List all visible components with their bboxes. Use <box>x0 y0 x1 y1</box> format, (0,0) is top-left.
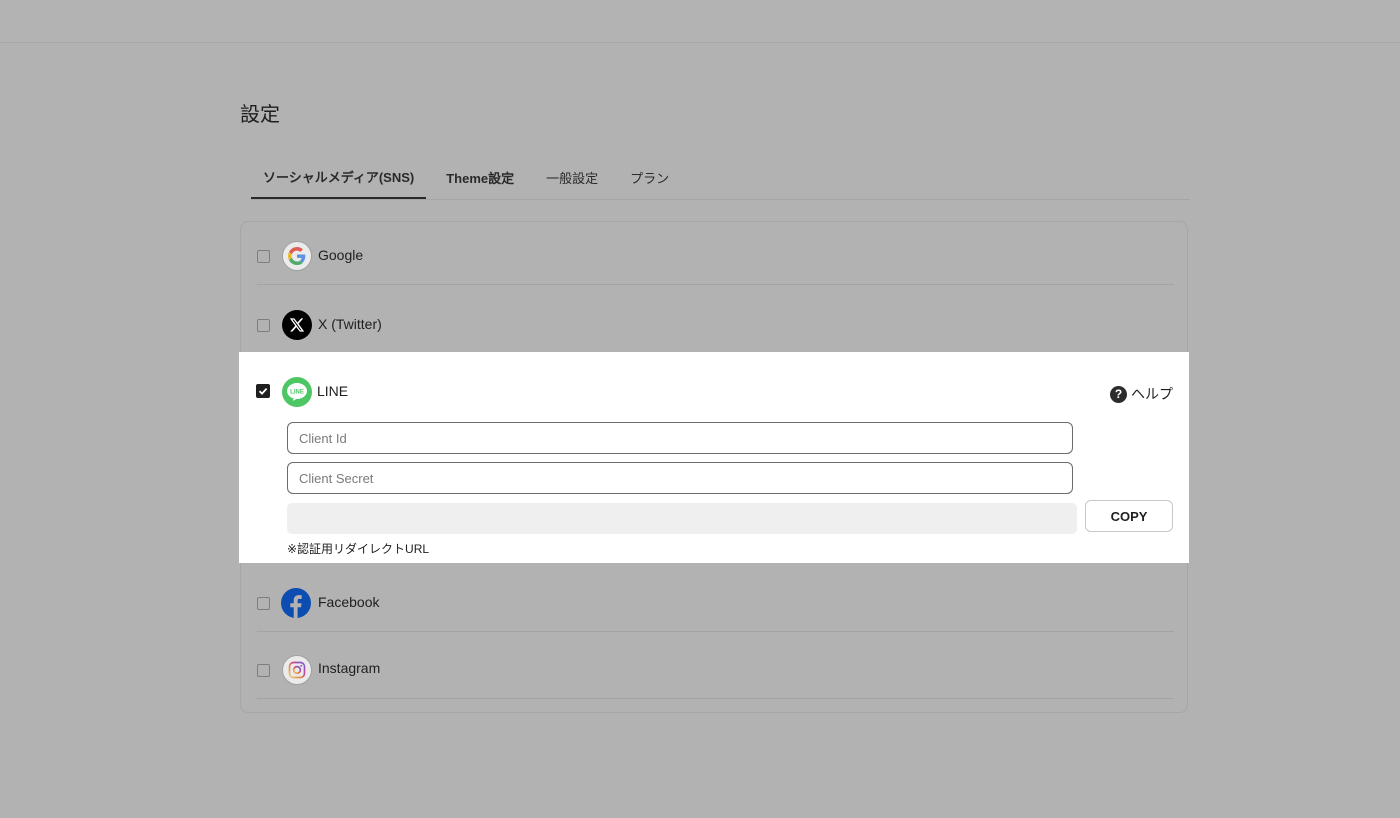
provider-row-twitter: X (Twitter) <box>257 284 1174 352</box>
provider-row-google: Google <box>257 236 1174 285</box>
instagram-checkbox[interactable] <box>257 664 270 677</box>
help-icon: ? <box>1110 385 1127 403</box>
provider-row-facebook: Facebook <box>257 564 1174 632</box>
provider-row-instagram: Instagram <box>257 631 1174 699</box>
facebook-label: Facebook <box>318 594 380 610</box>
twitter-checkbox[interactable] <box>257 319 270 332</box>
tab-sns[interactable]: ソーシャルメディア(SNS) <box>251 155 427 199</box>
instagram-icon <box>282 655 312 685</box>
checkmark-icon <box>258 387 268 395</box>
redirect-url-field <box>287 503 1077 534</box>
google-label: Google <box>318 247 364 263</box>
redirect-url-note: ※認証用リダイレクトURL <box>287 542 430 556</box>
line-settings-panel: LINE LINE ? ヘルプ COPY ※認証用リダイレクトURL <box>239 352 1189 563</box>
facebook-checkbox[interactable] <box>257 597 270 610</box>
instagram-label: Instagram <box>318 660 381 676</box>
page-title: 設定 <box>240 104 280 126</box>
client-id-input[interactable] <box>287 422 1073 454</box>
settings-tabs: ソーシャルメディア(SNS) Theme設定 一般設定 プラン <box>251 155 1190 200</box>
svg-text:LINE: LINE <box>290 389 304 395</box>
tab-theme[interactable]: Theme設定 <box>434 155 526 199</box>
x-icon <box>282 310 312 340</box>
twitter-label: X (Twitter) <box>318 316 382 332</box>
client-secret-input[interactable] <box>287 462 1073 494</box>
line-label: LINE <box>317 383 349 399</box>
google-checkbox[interactable] <box>257 250 270 263</box>
tab-plan[interactable]: プラン <box>618 155 681 199</box>
help-label: ヘルプ <box>1131 386 1173 402</box>
copy-button[interactable]: COPY <box>1085 500 1173 532</box>
line-checkbox[interactable] <box>256 384 270 398</box>
facebook-icon <box>281 588 311 618</box>
line-icon: LINE <box>282 377 312 407</box>
tab-general[interactable]: 一般設定 <box>534 155 610 199</box>
top-bar <box>0 0 1400 43</box>
help-link[interactable]: ? ヘルプ <box>1110 384 1173 404</box>
google-icon <box>282 241 312 271</box>
